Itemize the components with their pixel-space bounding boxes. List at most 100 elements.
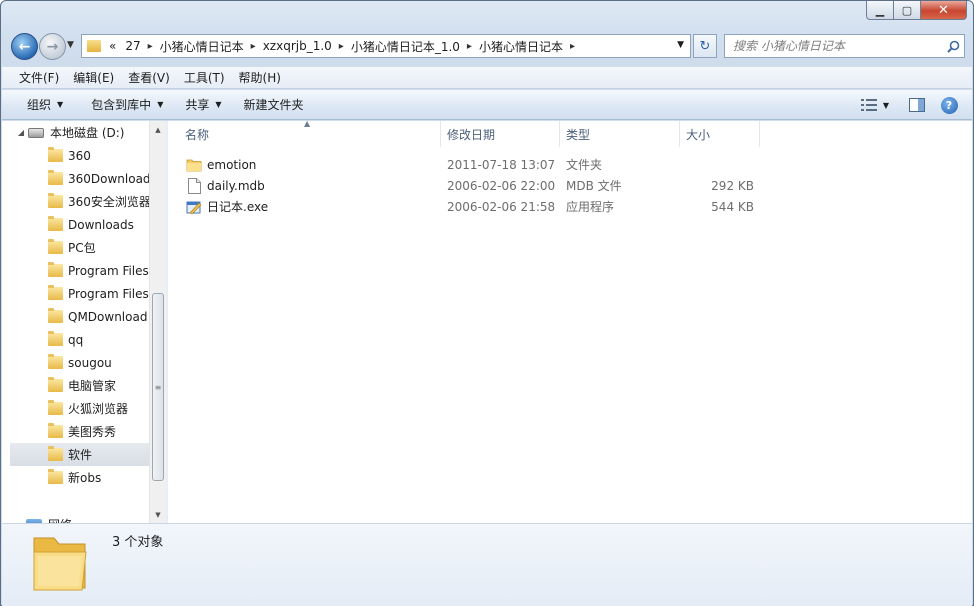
tree-item-drive[interactable]: ◢ 本地磁盘 (D:) (14, 121, 162, 144)
file-row[interactable]: 日记本.exe 2006-02-06 21:58 应用程序 544 KB (168, 196, 768, 217)
tree-item-folder[interactable]: Downloads (10, 213, 158, 236)
breadcrumb-label: 小猪心情日记本_1.0 (350, 39, 460, 54)
tree-item-folder[interactable]: 电脑管家 (10, 374, 158, 397)
expanded-arrow-icon[interactable]: ◢ (14, 128, 28, 137)
change-view-button[interactable]: ▼ (852, 93, 898, 117)
folder-icon (48, 308, 63, 323)
forward-button[interactable]: → (39, 33, 66, 60)
column-header-size[interactable]: 大小 (680, 121, 760, 147)
chevron-right-icon[interactable]: ▸ (337, 41, 346, 52)
tree-item-folder[interactable]: 360安全浏览器 (10, 190, 158, 213)
include-in-library-button[interactable]: 包含到库中 ▼ (82, 93, 172, 117)
search-input[interactable] (733, 39, 942, 53)
tree-item-folder[interactable]: 火狐浏览器 (10, 397, 158, 420)
dropdown-arrow-icon: ▼ (215, 100, 222, 109)
breadcrumb-item[interactable]: 小猪心情日记本 ▸ (474, 35, 577, 57)
help-button[interactable]: ? (936, 93, 962, 117)
chevron-right-icon[interactable]: ▸ (249, 41, 258, 52)
command-bar-right: ▼ ? (852, 93, 962, 117)
search-box[interactable] (724, 34, 965, 58)
file-size: 292 KB (711, 178, 754, 193)
scroll-up-arrow-icon[interactable]: ▲ (150, 121, 166, 138)
help-icon: ? (940, 96, 958, 114)
file-name-cell: daily.mdb (168, 177, 441, 194)
back-button[interactable]: ← (11, 33, 38, 60)
file-name: emotion (207, 157, 257, 172)
tree-item-folder[interactable]: 新obs (10, 466, 158, 489)
recent-pages-dropdown[interactable]: ▼ (67, 40, 74, 50)
file-name: 日记本.exe (207, 200, 269, 214)
breadcrumb-item[interactable]: xzxqrjb_1.0 ▸ (258, 35, 346, 57)
folder-icon (48, 446, 63, 461)
tree-item-label: 360Download (68, 171, 151, 186)
maximize-button[interactable]: ▢ (894, 1, 921, 20)
tree-item-folder[interactable]: 美图秀秀 (10, 420, 158, 443)
menu-edit[interactable]: 编辑(E) (66, 68, 121, 88)
file-row[interactable]: emotion 2011-07-18 13:07 文件夹 (168, 154, 768, 175)
chevron-right-icon[interactable]: ▸ (146, 41, 155, 52)
column-label: 大小 (686, 127, 711, 142)
breadcrumb-label: xzxqrjb_1.0 (262, 39, 332, 53)
menu-bar: 文件(F) 编辑(E) 查看(V) 工具(T) 帮助(H) (2, 67, 972, 89)
document-icon (186, 177, 202, 194)
column-header-type[interactable]: 类型 (560, 121, 680, 147)
search-icon[interactable] (942, 40, 964, 53)
tree-item-folder[interactable]: qq (10, 328, 158, 351)
tree-item-folder[interactable]: 360 (10, 144, 158, 167)
menu-help[interactable]: 帮助(H) (232, 68, 288, 88)
tree-item-folder[interactable]: 软件 (10, 443, 158, 466)
scroll-down-arrow-icon[interactable]: ▼ (150, 506, 166, 523)
file-type: 文件夹 (566, 158, 603, 172)
refresh-icon: ↻ (699, 38, 711, 54)
file-row[interactable]: daily.mdb 2006-02-06 22:00 MDB 文件 292 KB (168, 175, 768, 196)
breadcrumb-item[interactable]: 27 ▸ (120, 35, 154, 57)
tree-item-folder[interactable]: sougou (10, 351, 158, 374)
organize-button[interactable]: 组织 ▼ (18, 93, 72, 117)
breadcrumb-item[interactable]: 小猪心情日记本_1.0 ▸ (346, 35, 474, 57)
tree-item-folder[interactable]: QMDownload (10, 305, 158, 328)
tree-item-label: qq (68, 332, 84, 347)
tree-item-label: 火狐浏览器 (68, 402, 129, 416)
tree-item-label: 本地磁盘 (D:) (50, 126, 125, 140)
tree-item-folder[interactable]: PC包 (10, 236, 158, 259)
folder-icon (48, 469, 63, 484)
minimize-button[interactable]: ▁ (866, 1, 894, 20)
folder-icon (48, 377, 63, 392)
menu-file[interactable]: 文件(F) (12, 68, 66, 88)
column-label: 类型 (566, 127, 591, 142)
breadcrumb-item[interactable]: 小猪心情日记本 ▸ (155, 35, 258, 57)
address-bar[interactable]: « 27 ▸ 小猪心情日记本 ▸ xzxqrjb_1.0 ▸ 小猪心情日记本_1.0 ▸… (81, 34, 691, 58)
address-dropdown[interactable]: ▼ (677, 40, 684, 50)
tree-item-folder[interactable]: Program Files (10, 282, 158, 305)
share-button[interactable]: 共享 ▼ (176, 93, 230, 117)
scrollbar-thumb[interactable]: ≡ (152, 293, 164, 481)
menu-view[interactable]: 查看(V) (121, 68, 177, 88)
chevron-right-icon[interactable]: ▸ (568, 41, 577, 52)
column-header-row: ▲ 名称 修改日期 类型 大小 (168, 119, 972, 147)
navigation-pane[interactable]: ◢ 本地磁盘 (D:) 360 360Download 360安全浏览器 Downlo… (2, 121, 166, 523)
file-date: 2011-07-18 13:07 (447, 157, 556, 172)
preview-pane-button[interactable] (904, 93, 930, 117)
tree-item-label: 软件 (68, 448, 93, 462)
forward-arrow-icon: → (46, 38, 59, 55)
refresh-button[interactable]: ↻ (693, 34, 717, 58)
column-header-date[interactable]: 修改日期 (441, 121, 560, 147)
file-name-cell: 日记本.exe (168, 198, 441, 215)
folder-icon (48, 147, 63, 162)
file-list[interactable]: ▲ 名称 修改日期 类型 大小 emotion 2011-07-18 13:07 … (168, 119, 972, 523)
chevron-right-icon[interactable]: ▸ (465, 41, 474, 52)
file-name: daily.mdb (207, 178, 265, 193)
new-folder-button[interactable]: 新建文件夹 (235, 93, 313, 117)
tree-item-folder[interactable]: 360Download (10, 167, 158, 190)
menu-tools[interactable]: 工具(T) (177, 68, 232, 88)
folder-icon (48, 193, 63, 208)
breadcrumb-overflow[interactable]: « (107, 39, 120, 53)
folder-icon (186, 157, 202, 173)
tree-item-folder[interactable]: Program Files (10, 259, 158, 282)
column-header-name[interactable]: ▲ 名称 (168, 119, 441, 147)
tree-item-label: 美图秀秀 (68, 425, 117, 439)
item-count: 3 个对象 (112, 535, 164, 550)
tree-item-network[interactable]: 网络 (26, 513, 166, 523)
close-button[interactable]: ✕ (921, 1, 967, 20)
nav-pane-scrollbar[interactable]: ▲ ≡ ▼ (149, 121, 166, 523)
